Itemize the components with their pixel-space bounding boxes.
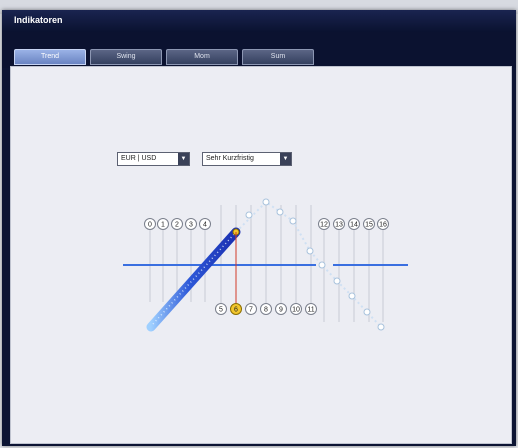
continuation-point xyxy=(333,277,341,285)
number-node-label: 13 xyxy=(335,222,343,229)
number-node-label: 15 xyxy=(365,222,373,229)
continuation-point xyxy=(245,211,253,219)
continuation-point xyxy=(318,261,326,269)
continuation-point xyxy=(262,198,270,206)
continuation-point xyxy=(348,292,356,300)
number-node-label: 16 xyxy=(379,222,387,229)
number-node-label: 14 xyxy=(350,222,358,229)
number-node-label: 3 xyxy=(189,222,193,229)
continuation-point xyxy=(289,217,297,225)
number-node-label: 0 xyxy=(148,222,152,229)
number-node-label: 1 xyxy=(161,222,165,229)
number-node-label: 9 xyxy=(279,307,283,314)
continuation-point xyxy=(276,208,284,216)
continuation-point xyxy=(363,308,371,316)
number-node-label: 4 xyxy=(203,222,207,229)
number-node-label: 11 xyxy=(307,307,314,314)
continuation-point xyxy=(306,247,314,255)
number-node-label: 6 xyxy=(234,307,238,314)
number-node-label: 2 xyxy=(175,222,179,229)
trend-diagram: 0 1 2 3 45 6 7 8 9 10 1112 13 14 15 16 xyxy=(123,198,408,332)
number-node-label: 10 xyxy=(292,307,300,314)
number-node-label: 7 xyxy=(249,307,253,314)
number-node-label: 5 xyxy=(219,307,223,314)
continuation-point xyxy=(377,323,385,331)
number-node-label: 12 xyxy=(320,222,328,229)
number-node-label: 8 xyxy=(264,307,268,314)
